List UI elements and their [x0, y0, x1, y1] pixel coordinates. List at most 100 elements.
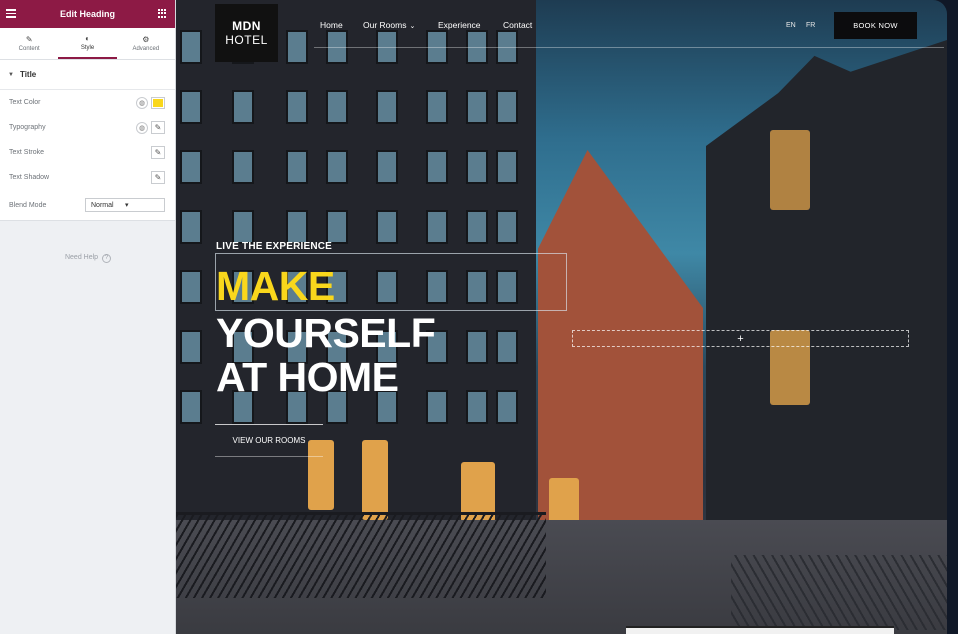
lang-en[interactable]: EN — [786, 22, 796, 29]
building-window — [180, 330, 202, 364]
control-label: Typography — [9, 124, 46, 131]
hamburger-icon[interactable] — [6, 9, 16, 18]
building-window — [376, 90, 398, 124]
grid-icon[interactable] — [158, 9, 167, 18]
building-window — [466, 150, 488, 184]
control-label: Text Shadow — [9, 174, 50, 181]
app-window: Edit Heading ✎ Content ◐ Style ⚙ Advance… — [0, 0, 958, 634]
building-window — [180, 90, 202, 124]
edit-pencil-icon[interactable]: ✎ — [151, 121, 165, 134]
section-title: Title — [19, 70, 37, 79]
chevron-down-icon: ▾ — [125, 202, 129, 209]
tab-advanced[interactable]: ⚙ Advanced — [117, 28, 175, 59]
blend-mode-control: Blend Mode Normal ▾ — [0, 190, 175, 220]
tab-content[interactable]: ✎ Content — [0, 28, 58, 59]
building-window — [376, 210, 398, 244]
building-window — [286, 30, 308, 64]
building-window — [180, 150, 202, 184]
fence-left — [176, 512, 546, 598]
nav-experience[interactable]: Experience — [438, 20, 481, 30]
nav-contact[interactable]: Contact — [503, 20, 532, 30]
panel-title: Edit Heading — [59, 9, 115, 19]
tab-label: Advanced — [132, 45, 160, 52]
building-window — [496, 150, 518, 184]
building-window — [496, 90, 518, 124]
control-label: Text Color — [9, 99, 41, 106]
text-shadow-control: Text Shadow ✎ — [0, 165, 175, 190]
nav-our-rooms[interactable]: Our Rooms ⌄ — [363, 20, 415, 30]
globe-icon[interactable]: ◍ — [136, 121, 148, 134]
building-window — [326, 90, 348, 124]
logo-line1: MDN — [232, 19, 261, 33]
select-value: Normal — [91, 201, 114, 209]
book-now-button[interactable]: BOOK NOW — [834, 12, 917, 39]
pencil-icon: ✎ — [25, 34, 33, 44]
building-window — [286, 150, 308, 184]
site-preview: MDN HOTEL Home Our Rooms ⌄ Experience Con… — [176, 0, 947, 634]
edit-pencil-icon[interactable]: ✎ — [151, 146, 165, 159]
building-window — [426, 390, 448, 424]
building-window — [466, 210, 488, 244]
lang-fr[interactable]: FR — [806, 22, 815, 29]
building-window — [232, 150, 254, 184]
caret-down-icon: ▼ — [8, 71, 14, 78]
building-window — [326, 150, 348, 184]
need-help-label: Need Help — [64, 254, 99, 261]
blend-mode-select[interactable]: Normal ▾ — [85, 198, 165, 212]
logo-line2: HOTEL — [225, 33, 268, 47]
building-window — [232, 90, 254, 124]
bottom-card-edge — [626, 626, 894, 634]
building-window — [466, 390, 488, 424]
window-light — [362, 440, 388, 520]
gear-icon: ⚙ — [142, 34, 150, 44]
question-icon: ? — [102, 254, 112, 263]
tab-label: Content — [18, 45, 40, 52]
background-building-right — [706, 40, 947, 570]
building-window — [496, 330, 518, 364]
chevron-down-icon: ⌄ — [409, 23, 416, 30]
section-toggle[interactable]: ▼ Title — [0, 60, 175, 90]
tab-label: Style — [80, 44, 95, 51]
hero-headline-line3[interactable]: AT HOME — [216, 355, 399, 399]
need-help-link[interactable]: Need Help ? — [0, 254, 176, 263]
site-logo[interactable]: MDN HOTEL — [215, 4, 278, 62]
control-label: Text Stroke — [9, 149, 45, 156]
building-window — [180, 210, 202, 244]
building-window — [426, 90, 448, 124]
editor-panel: Edit Heading ✎ Content ◐ Style ⚙ Advance… — [0, 0, 176, 634]
building-window — [466, 330, 488, 364]
half-circle-icon: ◐ — [85, 33, 90, 43]
panel-header: Edit Heading — [0, 0, 175, 28]
panel-tabs: ✎ Content ◐ Style ⚙ Advanced — [0, 28, 175, 60]
title-section: ▼ Title Text Color ◍ Typography ◍ ✎ Text… — [0, 60, 175, 221]
building-window — [180, 390, 202, 424]
building-window — [180, 30, 202, 64]
building-window — [466, 90, 488, 124]
globe-icon[interactable]: ◍ — [136, 96, 148, 109]
building-window — [496, 390, 518, 424]
plus-icon: + — [737, 332, 744, 345]
building-window — [426, 150, 448, 184]
text-color-control: Text Color ◍ — [0, 90, 175, 115]
typography-control: Typography ◍ ✎ — [0, 115, 175, 140]
building-window — [496, 210, 518, 244]
building-window — [286, 90, 308, 124]
text-stroke-control: Text Stroke ✎ — [0, 140, 175, 165]
hero-headline-line2[interactable]: YOURSELF — [216, 311, 436, 355]
building-window — [376, 150, 398, 184]
hero-eyebrow[interactable]: LIVE THE EXPERIENCE — [216, 241, 332, 252]
building-window — [286, 210, 308, 244]
control-label: Blend Mode — [9, 201, 47, 209]
building-window — [426, 210, 448, 244]
hero-headline-line1[interactable]: MAKE — [216, 264, 335, 308]
building-window — [180, 270, 202, 304]
add-section-dropzone[interactable]: + — [572, 330, 909, 347]
window-light — [770, 130, 810, 210]
nav-label: Our Rooms — [363, 20, 407, 30]
nav-home[interactable]: Home — [320, 20, 343, 30]
edit-pencil-icon[interactable]: ✎ — [151, 171, 165, 184]
color-swatch[interactable] — [151, 96, 165, 109]
tab-style[interactable]: ◐ Style — [58, 28, 117, 59]
fence-right — [731, 555, 947, 630]
view-rooms-button[interactable]: VIEW OUR ROOMS — [215, 424, 323, 457]
